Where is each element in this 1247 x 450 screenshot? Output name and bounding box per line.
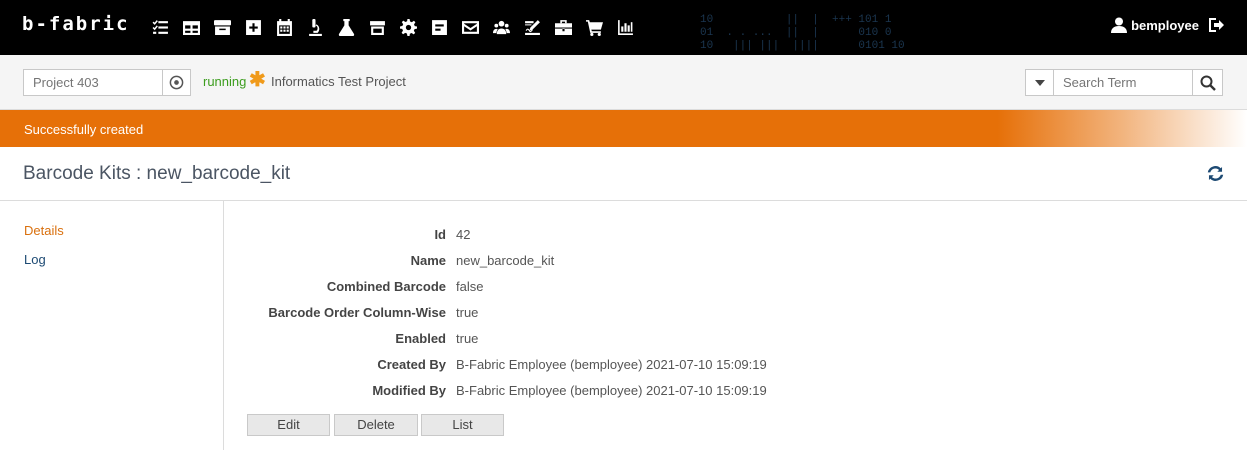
app-logo[interactable]: b-fabric xyxy=(22,13,130,35)
flask-icon[interactable] xyxy=(336,17,357,38)
sidebar: Details Log xyxy=(0,201,224,450)
detail-label: Barcode Order Column-Wise xyxy=(268,305,446,320)
table-icon[interactable] xyxy=(181,17,202,38)
project-input[interactable] xyxy=(23,69,163,96)
nav-icons xyxy=(150,17,646,38)
tasks-icon[interactable] xyxy=(150,17,171,38)
project-bar: running ✱ Informatics Test Project xyxy=(0,55,1247,110)
project-select-button[interactable] xyxy=(163,69,191,96)
detail-value: B-Fabric Employee (bemployee) 2021-07-10… xyxy=(456,383,767,398)
detail-value: true xyxy=(456,305,479,320)
logout-icon[interactable] xyxy=(1209,17,1227,33)
plus-square-icon[interactable] xyxy=(243,17,264,38)
detail-row-combined-barcode: Combined Barcode false xyxy=(224,279,1224,305)
detail-value: B-Fabric Employee (bemployee) 2021-07-10… xyxy=(456,357,767,372)
target-icon xyxy=(169,75,184,90)
envelope-icon[interactable] xyxy=(460,17,481,38)
detail-row-barcode-order: Barcode Order Column-Wise true xyxy=(224,305,1224,331)
detail-value: 42 xyxy=(456,227,471,242)
cart-icon[interactable] xyxy=(584,17,605,38)
calendar-icon[interactable] xyxy=(274,17,295,38)
project-name[interactable]: Informatics Test Project xyxy=(271,74,406,89)
alert-message: Successfully created xyxy=(24,122,144,137)
chart-icon[interactable] xyxy=(615,17,636,38)
caret-down-icon xyxy=(1034,79,1045,86)
project-status: running xyxy=(203,74,247,89)
detail-row-id: Id 42 xyxy=(224,227,1224,253)
background-pattern: 10 || | +++ 101 1 01 . . ... || | 010 0 … xyxy=(700,14,905,52)
detail-label: Name xyxy=(410,253,446,268)
detail-value: false xyxy=(456,279,484,294)
detail-value: true xyxy=(456,331,479,346)
search-input[interactable] xyxy=(1053,69,1193,96)
detail-row-enabled: Enabled true xyxy=(224,331,1224,357)
detail-label: Modified By xyxy=(372,383,446,398)
search-button[interactable] xyxy=(1192,69,1223,96)
top-navbar: 10 || | +++ 101 1 01 . . ... || | 010 0 … xyxy=(0,0,1247,55)
gear-icon[interactable] xyxy=(398,17,419,38)
store-icon[interactable] xyxy=(367,17,388,38)
delete-button[interactable]: Delete xyxy=(334,414,418,436)
microscope-icon[interactable] xyxy=(305,17,326,38)
users-icon[interactable] xyxy=(491,17,512,38)
user-icon xyxy=(1111,17,1128,33)
detail-label: Enabled xyxy=(395,331,446,346)
detail-row-name: Name new_barcode_kit xyxy=(224,253,1224,279)
form-icon[interactable] xyxy=(429,17,450,38)
page-header: Barcode Kits : new_barcode_kit xyxy=(0,147,1247,201)
user-name[interactable]: bemployee xyxy=(1131,18,1199,33)
detail-row-created-by: Created By B-Fabric Employee (bemployee)… xyxy=(224,357,1224,383)
page-title: Barcode Kits : new_barcode_kit xyxy=(23,163,291,184)
detail-row-modified-by: Modified By B-Fabric Employee (bemployee… xyxy=(224,383,1224,409)
refresh-icon[interactable] xyxy=(1206,164,1225,186)
user-menu[interactable]: bemployee xyxy=(1111,17,1227,33)
detail-value: new_barcode_kit xyxy=(456,253,555,268)
sidebar-item-details[interactable]: Details xyxy=(24,223,64,238)
toolbox-icon[interactable] xyxy=(553,17,574,38)
detail-label: Combined Barcode xyxy=(326,279,446,294)
signature-icon[interactable] xyxy=(522,17,543,38)
search-scope-dropdown[interactable] xyxy=(1025,69,1054,96)
archive-icon[interactable] xyxy=(212,17,233,38)
sidebar-item-log[interactable]: Log xyxy=(24,252,46,267)
success-alert: Successfully created xyxy=(0,110,1247,147)
asterisk-icon: ✱ xyxy=(249,69,266,91)
detail-label: Created By xyxy=(377,357,446,372)
edit-button[interactable]: Edit xyxy=(247,414,330,436)
detail-label: Id xyxy=(434,227,446,242)
list-button[interactable]: List xyxy=(421,414,504,436)
search-icon xyxy=(1200,75,1216,91)
